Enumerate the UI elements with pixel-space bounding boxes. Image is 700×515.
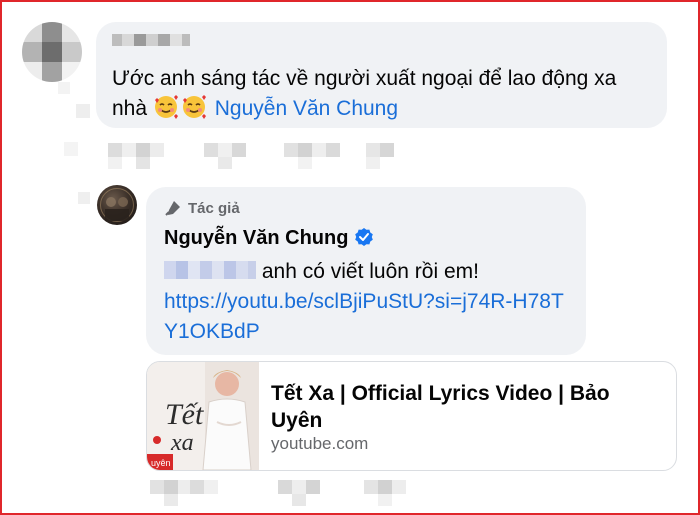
video-thumbnail: uyên Tết xa	[147, 362, 259, 470]
smiling-face-with-hearts-icon	[153, 94, 179, 120]
smiling-face-with-hearts-icon	[181, 94, 207, 120]
preview-domain: youtube.com	[271, 434, 369, 453]
comment-text: Ước anh sáng tác về người xuất ngoại để …	[112, 64, 657, 124]
reply-bubble: Tác giả Nguyễn Văn Chung anh có viết luô…	[146, 187, 586, 355]
blurred-thread-line	[58, 82, 98, 227]
author-avatar[interactable]	[97, 185, 137, 225]
reply-author-name-text: Nguyễn Văn Chung	[164, 227, 349, 249]
link-preview-card[interactable]: uyên Tết xa Tết Xa | Official Lyrics Vid…	[146, 361, 677, 471]
commenter-avatar[interactable]	[22, 22, 82, 82]
reply-author-name[interactable]: Nguyễn Văn Chung	[164, 227, 374, 250]
verified-badge-icon	[354, 227, 374, 247]
comment-bubble: Ước anh sáng tác về người xuất ngoại để …	[96, 22, 667, 128]
microphone-icon	[164, 199, 182, 217]
reply-body: anh có viết luôn rồi em!	[261, 260, 479, 283]
blurred-commenter-name	[112, 32, 190, 48]
preview-title[interactable]: Tết Xa | Official Lyrics Video | Bảo Uyê…	[271, 380, 666, 434]
author-badge: Tác giả	[164, 199, 240, 217]
blurred-tagged-name	[164, 259, 256, 281]
svg-text:uyên: uyên	[151, 458, 171, 468]
mention-link[interactable]: Nguyễn Văn Chung	[215, 97, 398, 120]
author-badge-label: Tác giả	[188, 200, 240, 217]
svg-text:Tết: Tết	[165, 398, 204, 431]
youtube-link[interactable]: https://youtu.be/sclBjiPuStU?si=j74R-H78…	[164, 290, 564, 343]
reply-text: anh có viết luôn rồi em! https://youtu.b…	[164, 257, 574, 347]
svg-text:xa: xa	[170, 430, 194, 456]
blurred-comment-actions	[108, 140, 408, 170]
blurred-reply-actions	[150, 477, 450, 507]
